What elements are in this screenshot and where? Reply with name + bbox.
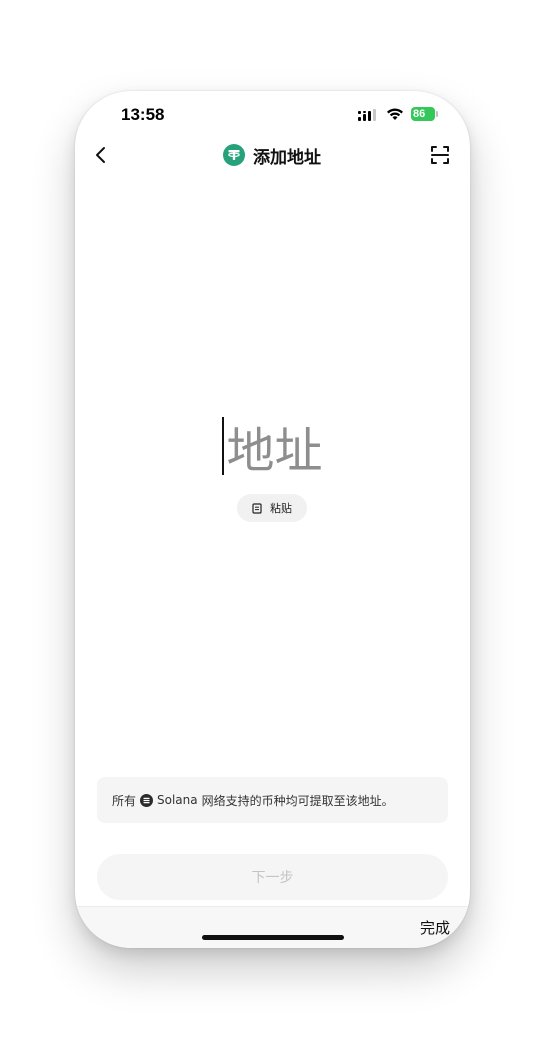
status-time: 13:58 xyxy=(121,105,165,124)
next-step-button[interactable]: 下一步 xyxy=(97,854,448,900)
solana-icon xyxy=(140,793,154,807)
network-name: Solana xyxy=(157,793,198,807)
info-prefix: 所有 xyxy=(112,793,137,808)
info-suffix: 网络支持的币种均可提取至该地址。 xyxy=(201,793,394,808)
network-info-notice: 所有 Solana 网络支持的币种均可提取至该地址。 xyxy=(97,777,448,823)
done-button[interactable]: 完成 xyxy=(420,917,450,938)
wifi-icon xyxy=(387,108,403,120)
scan-qr-icon[interactable] xyxy=(430,145,450,165)
back-chevron-icon[interactable] xyxy=(89,143,113,167)
paste-label: 粘贴 xyxy=(270,502,292,515)
home-indicator xyxy=(202,935,344,940)
paste-button[interactable]: 粘贴 xyxy=(237,494,307,522)
address-placeholder: 地址 xyxy=(226,423,323,479)
tether-usdt-icon xyxy=(223,144,245,166)
phone-screen: 13:58 86 添加地址 地址 粘贴 所有 Solana 网络支持的币种均可提… xyxy=(75,91,470,948)
status-bar: 13:58 86 xyxy=(75,91,470,137)
address-input[interactable]: 地址 xyxy=(75,411,470,481)
clipboard-icon xyxy=(252,502,262,514)
battery-cap xyxy=(436,111,438,117)
battery-level: 86 xyxy=(413,108,426,120)
page-title: 添加地址 xyxy=(253,147,321,168)
text-caret xyxy=(222,417,225,475)
cellular-signal-icon xyxy=(358,109,376,121)
battery-icon: 86 xyxy=(411,107,435,121)
keyboard-toolbar: 完成 xyxy=(75,906,470,948)
next-step-label: 下一步 xyxy=(251,870,294,886)
header-title-group: 添加地址 xyxy=(223,143,321,168)
